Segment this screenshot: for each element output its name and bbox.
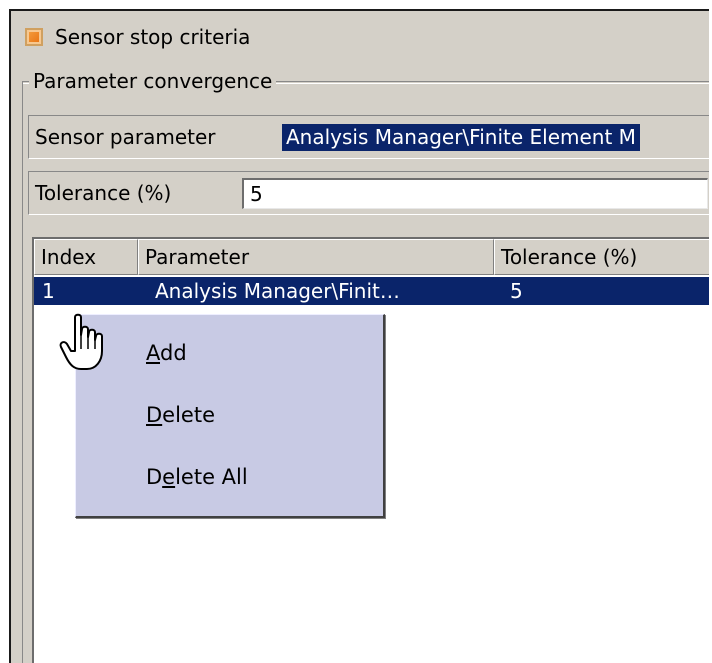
menu-item-delete-rest: elete xyxy=(162,403,215,427)
menu-item-delete-mnemonic: D xyxy=(146,403,163,427)
menu-item-add-mnemonic: A xyxy=(146,341,160,365)
menu-item-delete-all-rest: lete All xyxy=(175,465,248,489)
table-header: Index Parameter Tolerance (%) xyxy=(34,239,709,275)
row-tolerance-cell: 5 xyxy=(510,279,523,303)
checkbox-checked-icon[interactable] xyxy=(25,28,43,46)
menu-item-delete-all-prefix: D xyxy=(146,465,163,489)
context-menu: Add Delete Delete All xyxy=(75,314,385,518)
sensor-stop-criteria-row[interactable]: Sensor stop criteria xyxy=(25,25,250,49)
tolerance-input[interactable] xyxy=(242,178,708,209)
group-left-border xyxy=(22,81,23,663)
menu-item-delete[interactable]: Delete xyxy=(146,403,215,427)
column-header-index[interactable]: Index xyxy=(34,239,138,275)
hand-pointer-icon xyxy=(59,313,103,370)
menu-item-add-rest: dd xyxy=(160,341,187,365)
tolerance-row: Tolerance (%) xyxy=(28,171,709,215)
sensor-parameter-label: Sensor parameter xyxy=(35,125,216,149)
row-index-cell: 1 xyxy=(42,279,55,303)
menu-item-delete-all-mnemonic: e xyxy=(162,465,176,489)
parameter-convergence-title: Parameter convergence xyxy=(29,69,277,93)
table-row[interactable]: 1 Analysis Manager\Finit… 5 xyxy=(34,277,709,305)
row-parameter-cell: Analysis Manager\Finit… xyxy=(155,279,400,303)
sensor-parameter-row: Sensor parameter Analysis Manager\Finite… xyxy=(28,115,709,159)
menu-item-add[interactable]: Add xyxy=(146,341,187,365)
sensor-parameter-value[interactable]: Analysis Manager\Finite Element M xyxy=(282,124,640,151)
menu-item-delete-all[interactable]: Delete All xyxy=(146,465,248,489)
column-header-tolerance[interactable]: Tolerance (%) xyxy=(494,239,709,275)
tolerance-label: Tolerance (%) xyxy=(35,181,172,205)
column-header-parameter[interactable]: Parameter xyxy=(138,239,494,275)
sensor-stop-criteria-label: Sensor stop criteria xyxy=(55,25,251,49)
